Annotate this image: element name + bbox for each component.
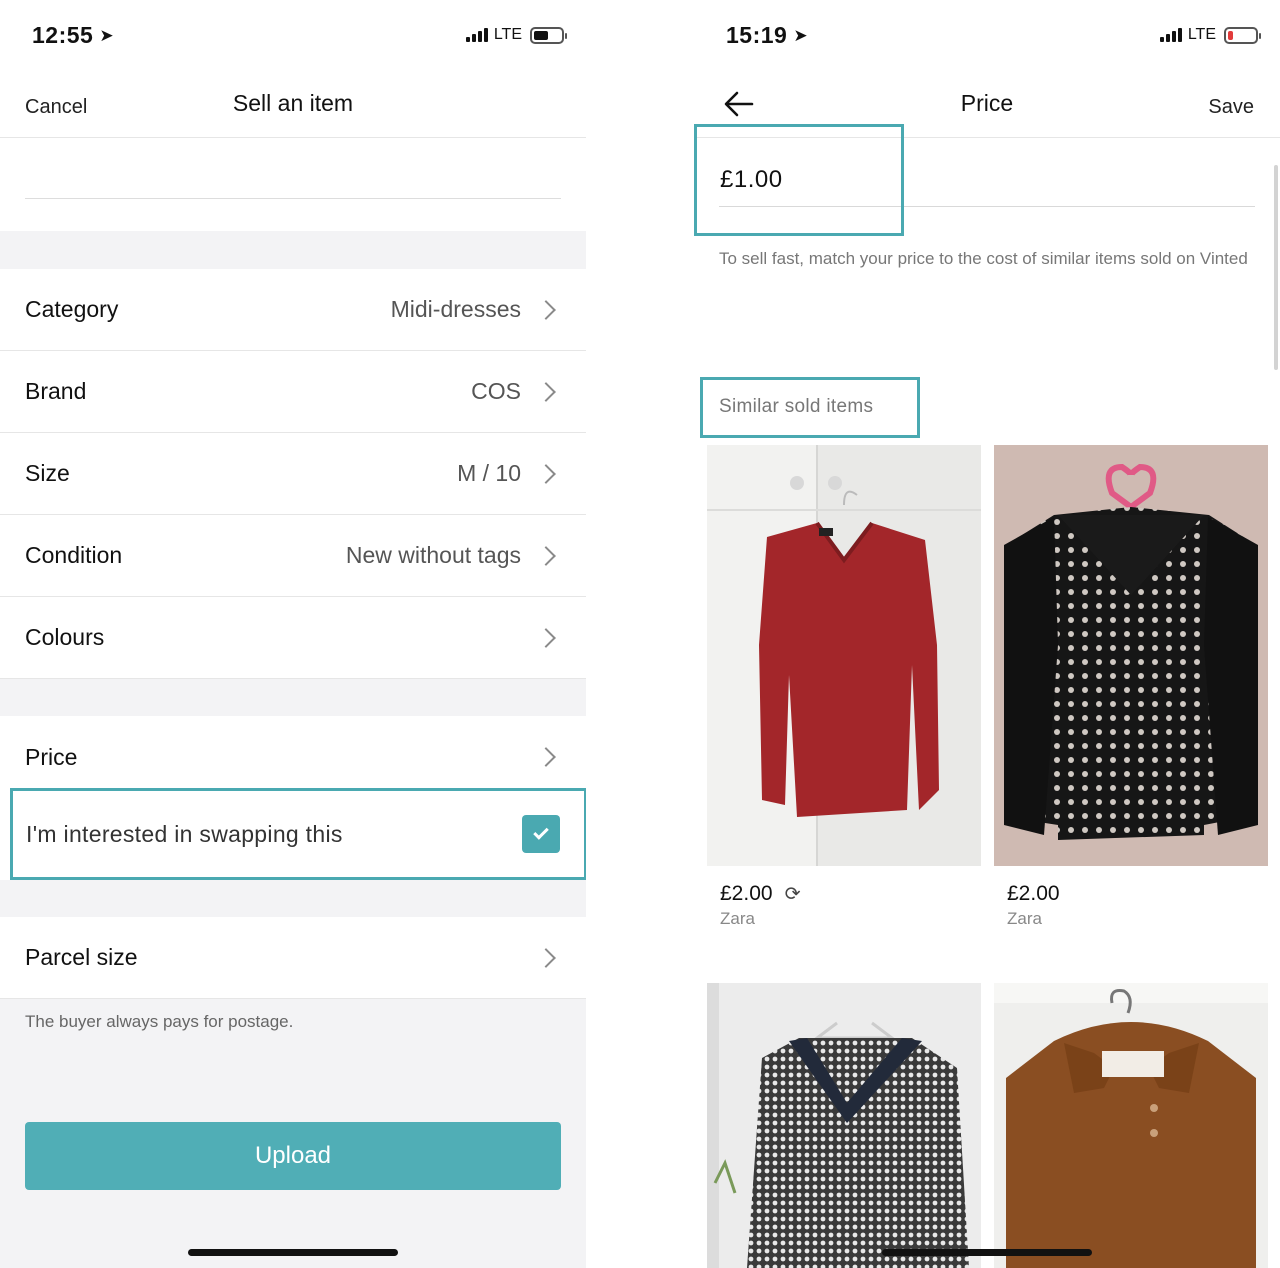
similar-item-card[interactable] — [994, 983, 1268, 1268]
upload-button[interactable]: Upload — [25, 1122, 561, 1190]
price-label: Price — [25, 743, 78, 770]
item-brand: Zara — [720, 909, 755, 928]
similar-item-card[interactable]: £2.00 ⟳ Zara — [707, 445, 981, 929]
size-label: Size — [25, 460, 70, 486]
nav-bar: Cancel Sell an item — [0, 70, 586, 138]
battery-icon — [530, 26, 567, 44]
item-price: £2.00 — [1007, 882, 1060, 905]
similar-item-card[interactable] — [707, 983, 981, 1268]
postage-note: The buyer always pays for postage. — [25, 1012, 294, 1031]
item-brand: Zara — [1007, 909, 1042, 928]
chevron-right-icon — [536, 299, 556, 320]
category-label: Category — [25, 296, 119, 322]
home-indicator — [188, 1249, 398, 1256]
brand-row[interactable]: Brand COS — [0, 351, 586, 433]
colours-row[interactable]: Colours — [0, 597, 586, 679]
divider — [0, 231, 586, 269]
brand-value: COS — [471, 378, 521, 404]
network-label: LTE — [493, 26, 522, 43]
status-bar: 15:19 ➤ LTE — [694, 0, 1280, 70]
similar-items-highlight — [700, 377, 920, 438]
swap-icon: ⟳ — [784, 883, 801, 905]
battery-icon — [1224, 26, 1261, 44]
size-row[interactable]: Size M / 10 — [0, 433, 586, 515]
divider — [0, 880, 586, 917]
status-time: 12:55 ➤ — [32, 22, 115, 48]
chevron-right-icon — [536, 463, 556, 484]
save-button[interactable]: Save — [1208, 96, 1254, 119]
item-photo — [707, 445, 981, 866]
chevron-right-icon — [536, 545, 556, 566]
title-input[interactable] — [0, 138, 586, 231]
sell-item-screen: 12:55 ➤ LTE Cancel Sell an item Category … — [0, 0, 586, 1268]
condition-value: New without tags — [345, 542, 521, 568]
condition-row[interactable]: Condition New without tags — [0, 515, 586, 597]
signal-icon — [465, 28, 488, 42]
parcel-size-label: Parcel size — [25, 944, 138, 970]
price-highlight — [694, 124, 904, 236]
size-value: M / 10 — [457, 460, 521, 486]
status-bar: 12:55 ➤ LTE — [0, 0, 586, 70]
checkmark-icon — [533, 824, 549, 840]
swap-row[interactable]: I'm interested in swapping this — [10, 788, 586, 880]
category-row[interactable]: Category Midi-dresses — [0, 269, 586, 351]
home-indicator — [882, 1249, 1092, 1256]
similar-item-card[interactable]: £2.00 Zara — [994, 445, 1268, 929]
brand-label: Brand — [25, 378, 87, 404]
item-photo — [994, 445, 1268, 866]
page-title: Sell an item — [232, 90, 354, 116]
network-label: LTE — [1187, 26, 1216, 43]
location-arrow-icon: ➤ — [793, 26, 809, 45]
item-photo — [994, 983, 1268, 1268]
page-title: Price — [960, 90, 1014, 116]
signal-icon — [1159, 28, 1182, 42]
chevron-right-icon — [536, 627, 556, 648]
item-price: £2.00 ⟳ — [720, 882, 801, 905]
condition-label: Condition — [25, 542, 123, 568]
category-value: Midi-dresses — [390, 296, 521, 322]
price-screen: 15:19 ➤ LTE Price Save £1.00 To sell fast… — [694, 0, 1280, 1268]
status-time: 15:19 ➤ — [726, 22, 809, 48]
item-photo — [707, 983, 981, 1268]
scrollbar[interactable] — [1274, 165, 1278, 370]
chevron-right-icon — [536, 381, 556, 402]
location-arrow-icon: ➤ — [99, 26, 115, 45]
chevron-right-icon — [536, 747, 556, 767]
parcel-size-row[interactable]: Parcel size — [0, 917, 586, 999]
colours-label: Colours — [25, 624, 105, 650]
swap-checkbox[interactable] — [522, 815, 560, 853]
chevron-right-icon — [536, 947, 556, 968]
price-row[interactable]: Price — [0, 716, 586, 798]
divider — [0, 679, 586, 716]
swap-label: I'm interested in swapping this — [26, 820, 343, 847]
price-hint: To sell fast, match your price to the co… — [719, 249, 1248, 268]
